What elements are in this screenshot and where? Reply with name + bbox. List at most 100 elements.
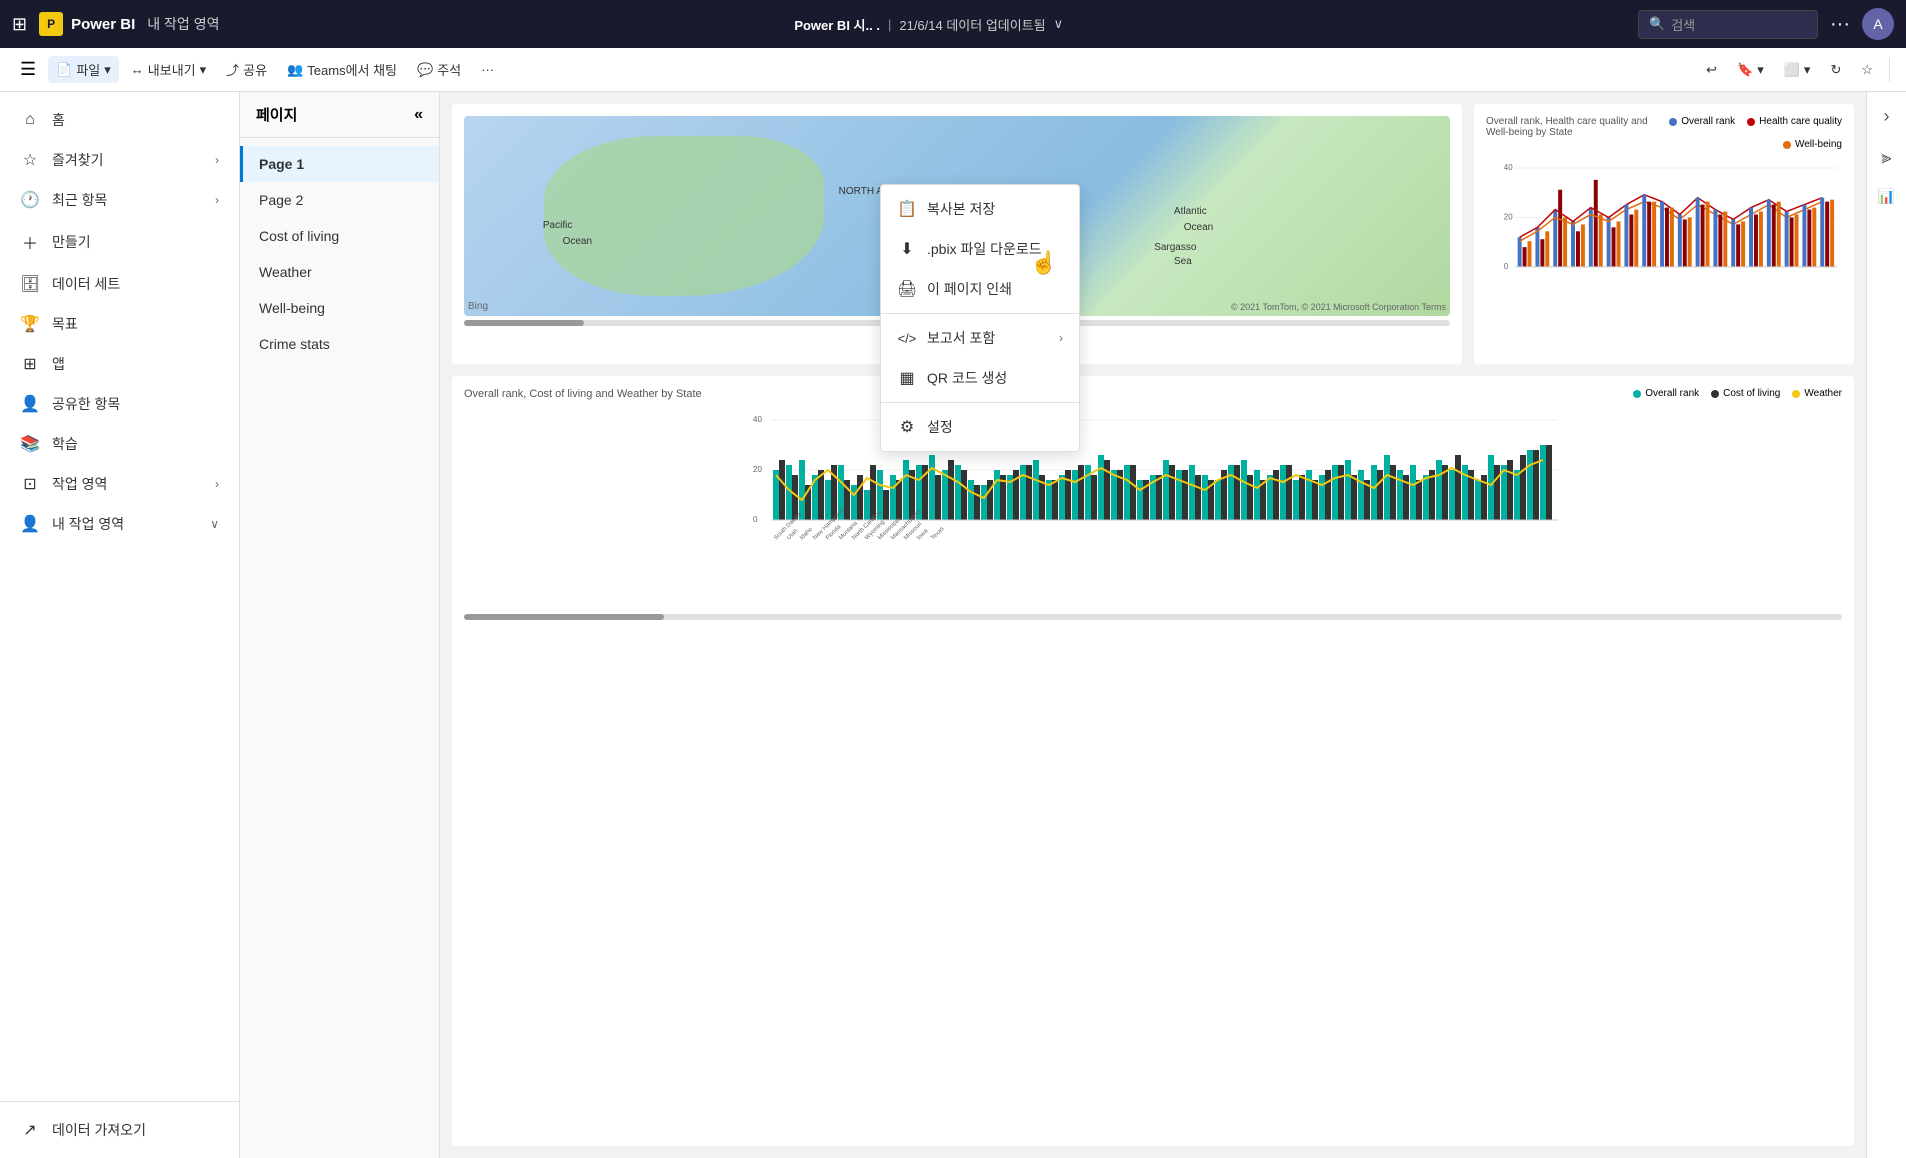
svg-text:20: 20 <box>1504 212 1513 221</box>
sidebar-item-goals[interactable]: 🏆 목표 <box>0 304 239 344</box>
sidebar-apps-label: 앱 <box>52 354 65 374</box>
sidebar-item-apps[interactable]: ⊞ 앱 <box>0 344 239 384</box>
search-box[interactable]: 🔍 검색 <box>1638 10 1818 39</box>
sidebar-create-label: 만들기 <box>52 232 91 252</box>
bookmark-button[interactable]: 🔖 ▾ <box>1729 58 1772 82</box>
page-wellbeing-label: Well-being <box>259 300 325 316</box>
bar-chart-title: Overall rank, Health care quality and We… <box>1486 116 1667 138</box>
hamburger-icon[interactable]: ☰ <box>12 55 44 84</box>
sidebar-home-label: 홈 <box>52 110 65 130</box>
right-panel-visual-icon[interactable]: 📊 <box>1872 182 1901 211</box>
export-button[interactable]: ↔ 내보내기 ▾ <box>123 56 214 83</box>
share-icon: ⤴ <box>226 60 239 79</box>
bottom-legend-cost-label: Cost of living <box>1723 388 1780 399</box>
map-label-atlantic: Atlantic <box>1174 206 1207 217</box>
bar-chart-legend: Overall rank Health care quality Well-be… <box>1667 116 1842 150</box>
datasets-icon: 🗄 <box>20 274 40 294</box>
undo-button[interactable]: ↩ <box>1698 58 1725 82</box>
legend-dot-overall <box>1669 118 1677 126</box>
page-1-label: Page 1 <box>259 156 304 172</box>
map-label-pacific: Pacific <box>543 220 572 231</box>
main-layout: ⌂ 홈 ☆ 즐겨찾기 › 🕐 최근 항목 › ＋ 만들기 🗄 데이터 세트 <box>0 92 1906 1158</box>
svg-text:0: 0 <box>753 515 758 524</box>
sidebar-item-favorites[interactable]: ☆ 즐겨찾기 › <box>0 140 239 180</box>
settings-item[interactable]: ⚙ 설정 <box>881 407 1079 447</box>
file-button[interactable]: 📄 파일 ▾ <box>48 56 119 83</box>
bottom-chart-scrollbar[interactable] <box>464 614 1842 620</box>
powerbi-logo: P Power BI <box>39 12 135 36</box>
bottom-legend-overall: Overall rank <box>1633 388 1699 399</box>
view-button[interactable]: ⬜ ▾ <box>1776 58 1819 82</box>
refresh-button[interactable]: ↻ <box>1822 58 1849 82</box>
apps-grid-icon[interactable]: ⊞ <box>12 14 27 35</box>
teams-button[interactable]: 👥 Teams에서 채팅 <box>279 56 405 83</box>
chevron-right-icon: › <box>215 153 219 167</box>
map-label-ocean-pacific: Ocean <box>563 236 592 247</box>
right-panel: › ⫸ 📊 <box>1866 92 1906 1158</box>
page-item-wellbeing[interactable]: Well-being <box>240 290 439 326</box>
page-2-label: Page 2 <box>259 192 303 208</box>
bottom-legend-dot-overall <box>1633 390 1641 398</box>
sidebar-item-get-data[interactable]: ↗ 데이터 가져오기 <box>0 1110 239 1150</box>
workspace-label[interactable]: 내 작업 영역 <box>147 14 219 34</box>
learn-icon: 📚 <box>20 434 40 454</box>
bottom-chart-scrollbar-thumb <box>464 614 664 620</box>
workspace-chevron: › <box>215 477 219 491</box>
sidebar-favorites-label: 즐겨찾기 <box>52 150 104 170</box>
legend-wellbeing-label: Well-being <box>1795 139 1842 150</box>
sidebar-item-my-workspace[interactable]: 👤 내 작업 영역 ∨ <box>0 504 239 544</box>
north-america-shape <box>544 136 824 296</box>
sidebar-goals-label: 목표 <box>52 314 78 334</box>
update-chevron[interactable]: ∨ <box>1054 16 1064 32</box>
toolbar-more-button[interactable]: ··· <box>473 58 502 81</box>
sidebar-my-workspace-label: 내 작업 영역 <box>52 514 124 534</box>
page-cost-label: Cost of living <box>259 228 339 244</box>
sidebar-item-datasets[interactable]: 🗄 데이터 세트 <box>0 264 239 304</box>
sidebar-item-home[interactable]: ⌂ 홈 <box>0 100 239 140</box>
bottom-chart-visual: 40 20 0 <box>464 410 1842 610</box>
sidebar-item-recent[interactable]: 🕐 최근 항목 › <box>0 180 239 220</box>
qr-code-item[interactable]: ▦ QR 코드 생성 <box>881 358 1079 398</box>
left-sidebar: ⌂ 홈 ☆ 즐겨찾기 › 🕐 최근 항목 › ＋ 만들기 🗄 데이터 세트 <box>0 92 240 1158</box>
favorite-button[interactable]: ☆ <box>1853 58 1881 82</box>
logo-icon: P <box>39 12 63 36</box>
pages-panel: 페이지 « Page 1 Page 2 Cost of living Weath… <box>240 92 440 1158</box>
my-workspace-icon: 👤 <box>20 514 40 534</box>
sidebar-bottom: ↗ 데이터 가져오기 <box>0 1101 239 1158</box>
page-item-cost-of-living[interactable]: Cost of living <box>240 218 439 254</box>
qr-label: QR 코드 생성 <box>927 368 1007 388</box>
share-button[interactable]: ⤴ 공유 <box>218 56 275 83</box>
update-label: 21/6/14 데이터 업데이트됨 <box>899 15 1045 34</box>
sidebar-item-workspace[interactable]: ⊡ 작업 영역 › <box>0 464 239 504</box>
sidebar-recent-label: 최근 항목 <box>52 190 107 210</box>
sidebar-datasets-label: 데이터 세트 <box>52 274 120 294</box>
sidebar-get-data-label: 데이터 가져오기 <box>52 1120 146 1140</box>
bottom-chart-container: Overall rank, Cost of living and Weather… <box>452 376 1854 1146</box>
print-item[interactable]: 🖨 이 페이지 인쇄 <box>881 269 1079 309</box>
bottom-chart-title: Overall rank, Cost of living and Weather… <box>464 388 702 400</box>
create-icon: ＋ <box>20 230 40 254</box>
page-item-2[interactable]: Page 2 <box>240 182 439 218</box>
goals-icon: 🏆 <box>20 314 40 334</box>
topbar-more-button[interactable]: ··· <box>1830 13 1850 36</box>
page-crime-label: Crime stats <box>259 336 330 352</box>
toolbar-left: ☰ 📄 파일 ▾ ↔ 내보내기 ▾ ⤴ 공유 👥 Teams에서 채팅 💬 주석… <box>12 55 1694 84</box>
sidebar-item-shared[interactable]: 👤 공유한 항목 <box>0 384 239 424</box>
favorites-icon: ☆ <box>20 150 40 170</box>
right-panel-collapse-icon[interactable]: › <box>1878 100 1896 133</box>
embed-report-item[interactable]: </> 보고서 포함 › <box>881 318 1079 358</box>
page-item-weather[interactable]: Weather <box>240 254 439 290</box>
user-avatar[interactable]: A <box>1862 8 1894 40</box>
sidebar-item-learn[interactable]: 📚 학습 <box>0 424 239 464</box>
right-panel-filter-icon[interactable]: ⫸ <box>1875 141 1897 174</box>
sidebar-item-create[interactable]: ＋ 만들기 <box>0 220 239 264</box>
chevron-right-icon2: › <box>215 193 219 207</box>
save-copy-item[interactable]: 📋 복사본 저장 <box>881 189 1079 229</box>
page-item-crime[interactable]: Crime stats <box>240 326 439 362</box>
comment-button[interactable]: 💬 주석 <box>409 56 469 83</box>
dropdown-divider <box>881 313 1079 314</box>
page-item-1[interactable]: Page 1 <box>240 146 439 182</box>
legend-overall: Overall rank <box>1669 116 1735 127</box>
download-pbix-item[interactable]: ⬇ .pbix 파일 다운로드 <box>881 229 1079 269</box>
pages-collapse-icon[interactable]: « <box>414 106 423 124</box>
